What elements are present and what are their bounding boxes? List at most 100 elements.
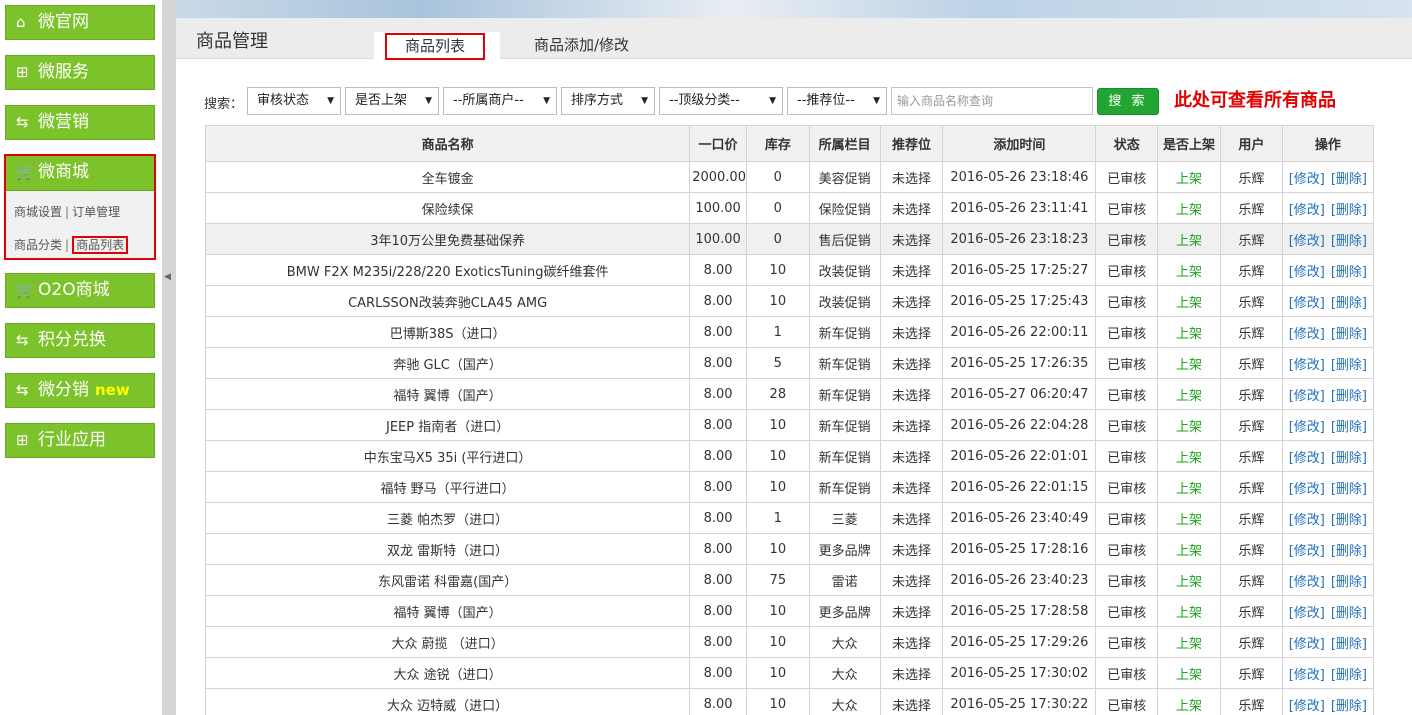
sidebar-item-weishangcheng[interactable]: 🛒 微商城 [6, 156, 154, 191]
filter-sort-order[interactable]: 排序方式 ▼ [561, 87, 655, 115]
cell-stock: 10 [745, 440, 810, 472]
cell-actions: [修改] [删除] [1281, 285, 1375, 317]
search-input[interactable] [891, 87, 1093, 115]
edit-link[interactable]: [修改] [1289, 296, 1325, 311]
cell-category: 新车促销 [808, 471, 881, 503]
sidebar-item-weifuwu[interactable]: ⊞ 微服务 [5, 55, 155, 90]
sidebar-item-label: 积分兑换 [38, 330, 106, 350]
table-row: 大众 蔚揽 （进口） 8.00 10 大众 未选择 2016-05-25 17:29:26… [204, 626, 1375, 658]
sidebar-item-o2o-mall[interactable]: 🛒 O2O商城 [5, 273, 155, 308]
table-row: 巴博斯38S（进口） 8.00 1 新车促销 未选择 2016-05-26 22:00:1… [204, 316, 1375, 348]
cell-price: 8.00 [689, 533, 747, 565]
cell-product-name: 全车镀金 [204, 161, 691, 193]
sidebar-item-industry-apps[interactable]: ⊞ 行业应用 [5, 423, 155, 458]
cell-user: 乐辉 [1219, 657, 1283, 689]
delete-link[interactable]: [删除] [1331, 544, 1367, 559]
delete-link[interactable]: [删除] [1331, 420, 1367, 435]
cell-product-name: 大众 迈特威（进口） [204, 688, 691, 715]
edit-link[interactable]: [修改] [1289, 358, 1325, 373]
edit-link[interactable]: [修改] [1289, 699, 1325, 714]
column-header: 添加时间 [942, 125, 1097, 162]
edit-link[interactable]: [修改] [1289, 668, 1325, 683]
cell-stock: 10 [745, 285, 810, 317]
filter-on-shelf[interactable]: 是否上架 ▼ [345, 87, 439, 115]
table-row: 保险续保 100.00 0 保险促销 未选择 2016-05-26 23:11:41 已审核… [204, 192, 1375, 224]
edit-link[interactable]: [修改] [1289, 420, 1325, 435]
cell-status: 已审核 [1095, 657, 1159, 689]
collapse-arrow-icon[interactable]: ◀ [164, 272, 171, 282]
filter-top-category[interactable]: --顶级分类-- ▼ [659, 87, 783, 115]
delete-link[interactable]: [删除] [1331, 699, 1367, 714]
sidebar-item-weiyingxiao[interactable]: ⇆ 微营销 [5, 105, 155, 140]
sidebar-item-points-exchange[interactable]: ⇆ 积分兑换 [5, 323, 155, 358]
table-row: JEEP 指南者（进口） 8.00 10 新车促销 未选择 2016-05-26 22:0… [204, 409, 1375, 441]
cell-added-time: 2016-05-26 23:18:46 [942, 161, 1097, 193]
filter-recommend-position[interactable]: --推荐位-- ▼ [787, 87, 887, 115]
edit-link[interactable]: [修改] [1289, 544, 1325, 559]
edit-link[interactable]: [修改] [1289, 234, 1325, 249]
cell-added-time: 2016-05-26 23:40:49 [942, 502, 1097, 534]
edit-link[interactable]: [修改] [1289, 575, 1325, 590]
cell-price: 8.00 [689, 595, 747, 627]
sidebar-item-weifenxiao[interactable]: ⇆ 微分销 new [5, 373, 155, 408]
mall-submenu-row: 商品分类 | 商品列表 [14, 236, 129, 254]
edit-link[interactable]: [修改] [1289, 637, 1325, 652]
sidebar-item-weiguanwang[interactable]: ⌂ 微官网 [5, 5, 155, 40]
edit-link[interactable]: [修改] [1289, 482, 1325, 497]
edit-link[interactable]: [修改] [1289, 327, 1325, 342]
sidebar-divider[interactable] [162, 0, 176, 715]
delete-link[interactable]: [删除] [1331, 482, 1367, 497]
cell-product-name: 大众 蔚揽 （进口） [204, 626, 691, 658]
cell-user: 乐辉 [1219, 161, 1283, 193]
delete-link[interactable]: [删除] [1331, 606, 1367, 621]
edit-link[interactable]: [修改] [1289, 513, 1325, 528]
dropdown-arrow-icon: ▼ [327, 96, 334, 106]
delete-link[interactable]: [删除] [1331, 327, 1367, 342]
cell-stock: 75 [745, 564, 810, 596]
cell-category: 大众 [808, 657, 881, 689]
edit-link[interactable]: [修改] [1289, 172, 1325, 187]
search-button[interactable]: 搜 索 [1097, 88, 1159, 115]
cell-stock: 10 [745, 471, 810, 503]
delete-link[interactable]: [删除] [1331, 265, 1367, 280]
mall-submenu-row: 商城设置 | 订单管理 [14, 205, 121, 219]
delete-link[interactable]: [删除] [1331, 234, 1367, 249]
tab-product-list[interactable]: 商品列表 [374, 32, 500, 60]
cell-on-shelf: 上架 [1157, 626, 1221, 658]
delete-link[interactable]: [删除] [1331, 637, 1367, 652]
cell-recommend: 未选择 [879, 440, 944, 472]
edit-link[interactable]: [修改] [1289, 606, 1325, 621]
delete-link[interactable]: [删除] [1331, 513, 1367, 528]
sidebar-item-label: O2O商城 [38, 280, 110, 300]
filter-review-status[interactable]: 审核状态 ▼ [247, 87, 341, 115]
edit-link[interactable]: [修改] [1289, 389, 1325, 404]
top-banner [176, 0, 1412, 18]
delete-link[interactable]: [删除] [1331, 172, 1367, 187]
delete-link[interactable]: [删除] [1331, 451, 1367, 466]
edit-link[interactable]: [修改] [1289, 265, 1325, 280]
delete-link[interactable]: [删除] [1331, 203, 1367, 218]
product-table: 商品名称 一口价 库存 所属栏目 推荐位 添加时间 状态 是否上架 用户 操作 … [204, 125, 1375, 715]
cell-price: 8.00 [689, 285, 747, 317]
cell-stock: 1 [745, 502, 810, 534]
submenu-order-management[interactable]: 订单管理 [72, 205, 120, 219]
column-header: 是否上架 [1157, 125, 1221, 162]
edit-link[interactable]: [修改] [1289, 203, 1325, 218]
edit-link[interactable]: [修改] [1289, 451, 1325, 466]
submenu-product-category[interactable]: 商品分类 [14, 238, 62, 252]
delete-link[interactable]: [删除] [1331, 668, 1367, 683]
submenu-product-list[interactable]: 商品列表 [72, 236, 129, 254]
delete-link[interactable]: [删除] [1331, 296, 1367, 311]
tab-product-add-edit[interactable]: 商品添加/修改 [534, 32, 644, 59]
submenu-mall-settings[interactable]: 商城设置 [14, 205, 62, 219]
cell-category: 新车促销 [808, 316, 881, 348]
filter-merchant[interactable]: --所属商户-- ▼ [443, 87, 557, 115]
cell-recommend: 未选择 [879, 409, 944, 441]
delete-link[interactable]: [删除] [1331, 389, 1367, 404]
delete-link[interactable]: [删除] [1331, 358, 1367, 373]
cell-added-time: 2016-05-26 23:40:23 [942, 564, 1097, 596]
table-row: CARLSSON改装奔驰CLA45 AMG 8.00 10 改装促销 未选择 2016-0… [204, 285, 1375, 317]
page-header: 商品管理 商品列表 商品添加/修改 [176, 18, 1412, 60]
dropdown-arrow-icon: ▼ [873, 96, 880, 106]
delete-link[interactable]: [删除] [1331, 575, 1367, 590]
